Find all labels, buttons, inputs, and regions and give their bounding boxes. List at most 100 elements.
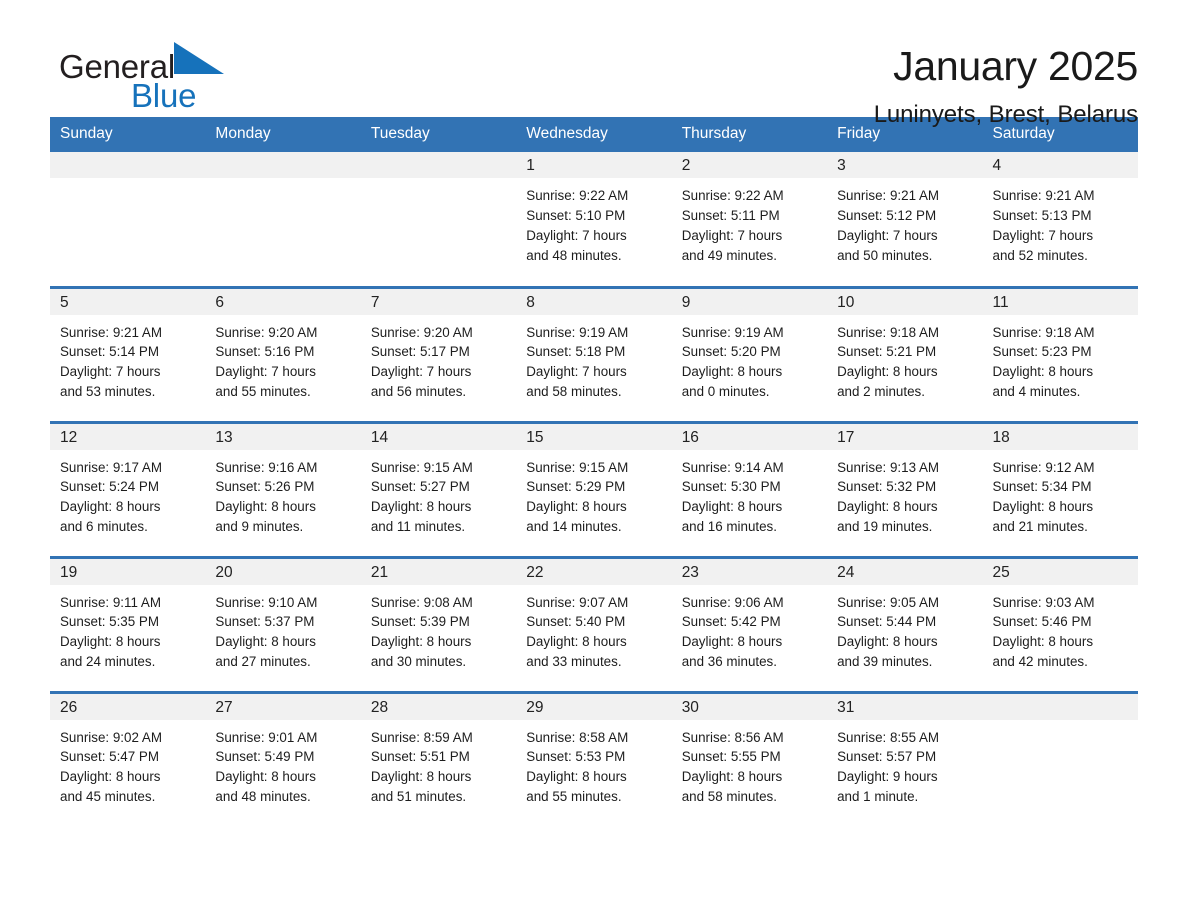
daylight-text-line2: and 21 minutes. — [992, 519, 1088, 535]
sunset-text: Sunset: 5:18 PM — [526, 344, 626, 360]
daylight-text-line1: Daylight: 7 hours — [370, 364, 472, 380]
sunrise-text: Sunrise: 9:17 AM — [60, 459, 162, 475]
calendar-day-cell[interactable]: 12 Sunrise: 9:17 AM Sunset: 5:24 PM Dayligh… — [50, 420, 206, 557]
calendar-day-cell[interactable]: 14 Sunrise: 9:15 AM Sunset: 5:27 PM Dayligh… — [360, 420, 517, 557]
calendar-day-cell[interactable]: 22 Sunrise: 9:07 AM Sunset: 5:40 PM Dayligh… — [516, 555, 672, 692]
daylight-text-line2: and 48 minutes. — [215, 789, 311, 805]
calendar-day-cell[interactable]: 18 Sunrise: 9:12 AM Sunset: 5:34 PM Dayligh… — [982, 420, 1138, 557]
day-details: Sunrise: 8:55 AM Sunset: 5:57 PM Daylight:… — [827, 720, 982, 808]
calendar-day-cell[interactable]: 20 Sunrise: 9:10 AM Sunset: 5:37 PM Dayligh… — [205, 555, 361, 692]
sunrise-text: Sunrise: 9:19 AM — [681, 324, 784, 340]
calendar-day-cell[interactable]: 13 Sunrise: 9:16 AM Sunset: 5:26 PM Dayligh… — [205, 420, 361, 557]
calendar-day-cell[interactable]: 9 Sunrise: 9:19 AM Sunset: 5:20 PM Daylight… — [671, 285, 828, 422]
calendar-day-cell[interactable]: 29 Sunrise: 8:58 AM Sunset: 5:53 PM Dayligh… — [516, 690, 672, 827]
sunrise-text: Sunrise: 9:13 AM — [837, 459, 940, 475]
sunrise-text: Sunrise: 8:58 AM — [526, 729, 629, 745]
sunrise-text: Sunrise: 9:21 AM — [992, 188, 1095, 203]
daylight-text-line1: Daylight: 7 hours — [526, 227, 627, 243]
day-details: Sunrise: 9:06 AM Sunset: 5:42 PM Daylight:… — [672, 585, 827, 673]
daylight-text-line2: and 6 minutes. — [60, 519, 148, 535]
calendar-day-cell[interactable]: 25 Sunrise: 9:03 AM Sunset: 5:46 PM Dayligh… — [982, 555, 1138, 692]
daylight-text-line1: Daylight: 8 hours — [526, 769, 627, 785]
calendar-day-cell[interactable]: 16 Sunrise: 9:14 AM Sunset: 5:30 PM Dayligh… — [671, 420, 828, 557]
calendar-day-cell[interactable]: 3 Sunrise: 9:21 AM Sunset: 5:12 PM Daylight… — [827, 152, 983, 287]
daylight-text-line2: and 27 minutes. — [215, 654, 311, 670]
sunrise-text: Sunrise: 9:20 AM — [215, 324, 318, 340]
calendar-day-cell[interactable]: 1 Sunrise: 9:22 AM Sunset: 5:10 PM Daylight… — [516, 152, 672, 287]
calendar-day-cell[interactable]: 7 Sunrise: 9:20 AM Sunset: 5:17 PM Daylight… — [360, 285, 517, 422]
sunrise-text: Sunrise: 9:18 AM — [992, 324, 1095, 340]
daylight-text-line2: and 53 minutes. — [60, 384, 156, 400]
day-details: Sunrise: 9:20 AM Sunset: 5:16 PM Daylight:… — [205, 315, 360, 403]
daylight-text-line1: Daylight: 8 hours — [837, 364, 938, 380]
daylight-text-line1: Daylight: 8 hours — [992, 634, 1094, 650]
sunrise-text: Sunrise: 9:02 AM — [60, 729, 162, 745]
day-number: 10 — [827, 288, 983, 315]
day-details: Sunrise: 9:21 AM Sunset: 5:13 PM Daylight:… — [983, 178, 1138, 266]
daylight-text-line1: Daylight: 9 hours — [837, 769, 938, 785]
daylight-text-line2: and 30 minutes. — [370, 654, 467, 670]
daylight-text-line1: Daylight: 8 hours — [681, 769, 783, 785]
daylight-text-line1: Daylight: 8 hours — [60, 769, 161, 785]
daylight-text-line1: Daylight: 8 hours — [992, 364, 1094, 380]
sunset-text: Sunset: 5:20 PM — [681, 344, 781, 360]
day-details: Sunrise: 9:22 AM Sunset: 5:11 PM Daylight:… — [672, 178, 827, 266]
day-details: Sunrise: 8:59 AM Sunset: 5:51 PM Daylight:… — [361, 720, 516, 808]
sunset-text: Sunset: 5:14 PM — [60, 344, 159, 360]
calendar-day-cell[interactable]: 30 Sunrise: 8:56 AM Sunset: 5:55 PM Dayligh… — [671, 690, 828, 827]
daylight-text-line1: Daylight: 7 hours — [837, 227, 938, 243]
daylight-text-line2: and 58 minutes. — [526, 384, 622, 400]
calendar-day-cell[interactable]: 19 Sunrise: 9:11 AM Sunset: 5:35 PM Dayligh… — [50, 555, 206, 692]
calendar-day-cell[interactable]: 15 Sunrise: 9:15 AM Sunset: 5:29 PM Dayligh… — [516, 420, 672, 557]
daylight-text-line1: Daylight: 8 hours — [837, 499, 938, 515]
day-number: 5 — [50, 288, 206, 315]
calendar-day-cell[interactable]: 31 Sunrise: 8:55 AM Sunset: 5:57 PM Dayligh… — [827, 690, 983, 827]
sunrise-text: Sunrise: 9:12 AM — [992, 459, 1095, 475]
column-header-sunday: Sunday — [50, 117, 206, 152]
sunrise-text: Sunrise: 9:07 AM — [526, 594, 629, 610]
sunrise-text: Sunrise: 9:03 AM — [992, 594, 1095, 610]
sunset-text: Sunset: 5:55 PM — [681, 749, 781, 765]
day-number: 23 — [671, 558, 828, 585]
daylight-text-line2: and 9 minutes. — [215, 519, 304, 535]
calendar-day-cell-empty — [360, 152, 517, 287]
calendar-day-cell[interactable]: 5 Sunrise: 9:21 AM Sunset: 5:14 PM Daylight… — [50, 285, 206, 422]
general-blue-logo[interactable]: General Blue — [50, 42, 250, 113]
calendar-day-cell[interactable]: 28 Sunrise: 8:59 AM Sunset: 5:51 PM Dayligh… — [360, 690, 517, 827]
calendar-day-cell[interactable]: 8 Sunrise: 9:19 AM Sunset: 5:18 PM Daylight… — [516, 285, 672, 422]
day-number: 17 — [827, 423, 983, 450]
day-details: Sunrise: 9:18 AM Sunset: 5:21 PM Daylight:… — [827, 315, 982, 403]
day-number: 30 — [671, 693, 828, 720]
daylight-text-line2: and 52 minutes. — [992, 247, 1088, 263]
calendar-day-cell[interactable]: 11 Sunrise: 9:18 AM Sunset: 5:23 PM Dayligh… — [982, 285, 1138, 422]
calendar-day-cell[interactable]: 21 Sunrise: 9:08 AM Sunset: 5:39 PM Dayligh… — [360, 555, 517, 692]
sunset-text: Sunset: 5:13 PM — [992, 207, 1092, 223]
daylight-text-line2: and 36 minutes. — [681, 654, 777, 670]
calendar-day-cell[interactable]: 4 Sunrise: 9:21 AM Sunset: 5:13 PM Daylight… — [982, 152, 1138, 287]
calendar-day-cell[interactable]: 27 Sunrise: 9:01 AM Sunset: 5:49 PM Dayligh… — [205, 690, 361, 827]
sunrise-text: Sunrise: 9:14 AM — [681, 459, 784, 475]
day-details: Sunrise: 9:16 AM Sunset: 5:26 PM Daylight:… — [205, 450, 360, 538]
calendar-day-cell[interactable]: 2 Sunrise: 9:22 AM Sunset: 5:11 PM Daylight… — [671, 152, 828, 287]
calendar-day-cell[interactable]: 23 Sunrise: 9:06 AM Sunset: 5:42 PM Dayligh… — [671, 555, 828, 692]
sunset-text: Sunset: 5:24 PM — [60, 479, 159, 495]
calendar-day-cell[interactable]: 26 Sunrise: 9:02 AM Sunset: 5:47 PM Dayligh… — [50, 690, 206, 827]
daylight-text-line2: and 48 minutes. — [526, 247, 622, 263]
day-number: 2 — [671, 152, 828, 178]
calendar-day-cell[interactable]: 10 Sunrise: 9:18 AM Sunset: 5:21 PM Dayligh… — [827, 285, 983, 422]
calendar-day-cell[interactable]: 6 Sunrise: 9:20 AM Sunset: 5:16 PM Daylight… — [205, 285, 361, 422]
sunrise-text: Sunrise: 9:22 AM — [681, 188, 784, 203]
daylight-text-line1: Daylight: 8 hours — [215, 499, 316, 515]
day-details: Sunrise: 9:21 AM Sunset: 5:12 PM Daylight:… — [827, 178, 982, 266]
day-number: 28 — [360, 693, 517, 720]
sunset-text: Sunset: 5:37 PM — [215, 614, 315, 630]
sunrise-sunset-calendar: Sunday Monday Tuesday Wednesday Thursday… — [50, 117, 1138, 827]
day-details: Sunrise: 9:20 AM Sunset: 5:17 PM Daylight:… — [361, 315, 516, 403]
day-number: 16 — [671, 423, 828, 450]
daylight-text-line1: Daylight: 8 hours — [681, 634, 783, 650]
calendar-day-cell[interactable]: 17 Sunrise: 9:13 AM Sunset: 5:32 PM Dayligh… — [827, 420, 983, 557]
day-details: Sunrise: 9:14 AM Sunset: 5:30 PM Daylight:… — [672, 450, 827, 538]
calendar-day-cell[interactable]: 24 Sunrise: 9:05 AM Sunset: 5:44 PM Dayligh… — [827, 555, 983, 692]
sunrise-text: Sunrise: 9:16 AM — [215, 459, 318, 475]
page-header: General Blue January 2025 Luninyets, Bre… — [50, 0, 1138, 128]
